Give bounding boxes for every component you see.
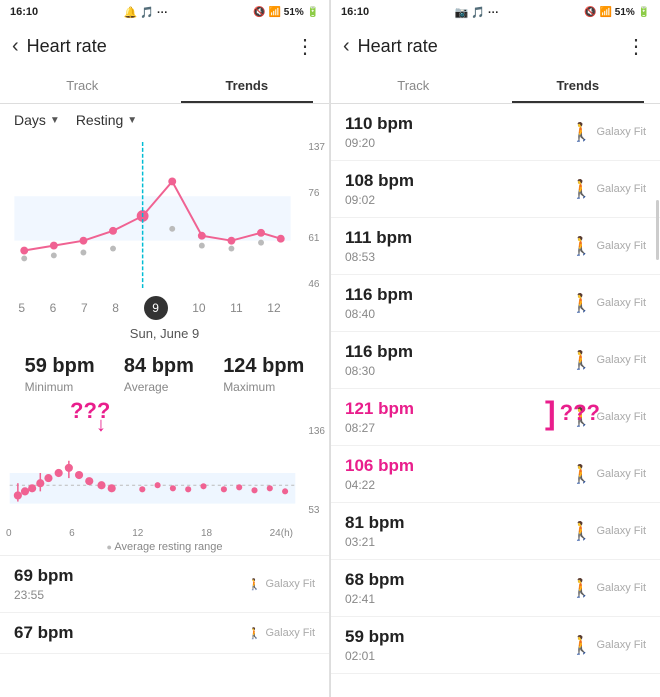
person-icon: 🚶 — [570, 236, 592, 257]
bottom-chart: 136 53 — [0, 418, 329, 528]
person-icon: 🚶 — [570, 179, 592, 200]
date-label: Sun, June 9 — [0, 320, 329, 347]
x-val-6: 6 — [50, 301, 57, 315]
stat-minimum-label: Minimum — [25, 380, 95, 394]
person-icon-0: 🚶 — [248, 578, 262, 591]
track-source-1: 🚶 Galaxy Fit — [248, 627, 315, 640]
track-bpm-1: 67 bpm — [14, 623, 248, 643]
stat-average-label: Average — [124, 380, 194, 394]
question-area-left: ??? ↓ — [0, 402, 329, 418]
page-title-left: Heart rate — [27, 36, 295, 57]
status-bar-left: 16:10 🔔 🎵 ··· 🔇 📶 51% 🔋 — [0, 0, 329, 24]
filters: Days ▼ Resting ▼ — [0, 104, 329, 136]
tab-trends-right[interactable]: Trends — [496, 68, 660, 103]
person-icon: 🚶 — [570, 122, 592, 143]
resting-arrow-icon: ▼ — [127, 115, 137, 126]
person-icon: 🚶 — [570, 521, 592, 542]
stat-maximum: 124 bpm Maximum — [223, 355, 304, 394]
stat-maximum-label: Maximum — [223, 380, 304, 394]
header-right: ‹ Heart rate ⋮ — [331, 24, 660, 68]
bottom-track-entries: 69 bpm 23:55 🚶 Galaxy Fit 67 bpm 🚶 Galax… — [0, 555, 329, 654]
left-panel: 16:10 🔔 🎵 ··· 🔇 📶 51% 🔋 ‹ Heart rate ⋮ T… — [0, 0, 330, 697]
list-item: 111 bpm 08:53 🚶 Galaxy Fit — [331, 218, 660, 275]
x-val-10: 10 — [192, 301, 205, 315]
x-18: 18 — [201, 528, 212, 539]
page-title-right: Heart rate — [358, 36, 626, 57]
trends-chart: 137 76 61 46 — [0, 136, 329, 296]
tab-trends-left[interactable]: Trends — [165, 68, 330, 103]
person-icon: 🚶 — [570, 635, 592, 656]
list-item: 59 bpm 02:01 🚶 Galaxy Fit — [331, 617, 660, 674]
x-6: 6 — [69, 528, 75, 539]
track-bpm-0: 69 bpm — [14, 566, 248, 586]
back-button-right[interactable]: ‹ — [343, 35, 350, 58]
list-item: 68 bpm 02:41 🚶 Galaxy Fit — [331, 560, 660, 617]
list-item: 81 bpm 03:21 🚶 Galaxy Fit — [331, 503, 660, 560]
status-right-right: 🔇 📶 51% 🔋 — [584, 7, 650, 18]
track-item-0: 69 bpm 23:55 🚶 Galaxy Fit — [0, 556, 329, 613]
status-icons-right: 📷 🎵 ··· — [454, 6, 499, 19]
bottom-x-axis: 0 6 12 18 24(h) — [0, 528, 299, 539]
tabs-right: Track Trends — [331, 68, 660, 104]
track-info-0: 69 bpm 23:55 — [14, 566, 248, 602]
person-icon: 🚶 — [570, 464, 592, 485]
time-left: 16:10 — [10, 6, 38, 18]
x-axis: 5 6 7 8 9 10 11 12 — [0, 296, 299, 320]
person-icon: 🚶 — [570, 407, 592, 428]
x-val-5: 5 — [18, 301, 25, 315]
header-left: ‹ Heart rate ⋮ — [0, 24, 329, 68]
tabs-left: Track Trends — [0, 68, 329, 104]
tab-track-left[interactable]: Track — [0, 68, 165, 103]
bracketed-items: 121 bpm 08:27 🚶 Galaxy Fit 106 bpm 04:22… — [331, 389, 660, 503]
track-list: 110 bpm 09:20 🚶 Galaxy Fit 108 bpm 09:02… — [331, 104, 660, 697]
list-item: 116 bpm 08:40 🚶 Galaxy Fit — [331, 275, 660, 332]
track-time-0: 23:55 — [14, 588, 248, 602]
x-12: 12 — [132, 528, 143, 539]
x-24h: 24(h) — [270, 528, 293, 539]
stat-minimum-value: 59 bpm — [25, 355, 95, 378]
bottom-chart-y-labels: 136 53 — [308, 426, 325, 516]
stat-minimum: 59 bpm Minimum — [25, 355, 95, 394]
avg-resting-label: ● Average resting range — [0, 539, 329, 555]
more-button-left[interactable]: ⋮ — [295, 34, 317, 59]
person-icon: 🚶 — [570, 578, 592, 599]
days-filter[interactable]: Days ▼ — [14, 112, 60, 128]
track-info-1: 67 bpm — [14, 623, 248, 643]
status-bar-right: 16:10 📷 🎵 ··· 🔇 📶 51% 🔋 — [331, 0, 660, 24]
resting-filter[interactable]: Resting ▼ — [76, 112, 137, 128]
more-button-right[interactable]: ⋮ — [626, 34, 648, 59]
chart-svg — [6, 142, 299, 290]
person-icon: 🚶 — [570, 293, 592, 314]
track-item-1: 67 bpm 🚶 Galaxy Fit — [0, 613, 329, 654]
x-val-9-selected: 9 — [144, 296, 168, 320]
time-right: 16:10 — [341, 6, 369, 18]
right-panel: 16:10 📷 🎵 ··· 🔇 📶 51% 🔋 ‹ Heart rate ⋮ T… — [330, 0, 660, 697]
x-val-7: 7 — [81, 301, 88, 315]
stat-maximum-value: 124 bpm — [223, 355, 304, 378]
track-source-0: 🚶 Galaxy Fit — [248, 578, 315, 591]
tab-track-right[interactable]: Track — [331, 68, 496, 103]
scrollbar[interactable] — [656, 200, 659, 260]
days-arrow-icon: ▼ — [50, 115, 60, 126]
x-val-12: 12 — [267, 301, 280, 315]
chart-y-labels: 137 76 61 46 — [308, 142, 325, 290]
stat-average: 84 bpm Average — [124, 355, 194, 394]
status-right-left: 🔇 📶 51% 🔋 — [253, 7, 319, 18]
list-item: 108 bpm 09:02 🚶 Galaxy Fit — [331, 161, 660, 218]
status-icons-left: 🔔 🎵 ··· — [123, 6, 168, 19]
stat-average-value: 84 bpm — [124, 355, 194, 378]
back-button-left[interactable]: ‹ — [12, 35, 19, 58]
person-icon: 🚶 — [570, 350, 592, 371]
x-val-8: 8 — [112, 301, 119, 315]
stats-row: 59 bpm Minimum 84 bpm Average 124 bpm Ma… — [0, 347, 329, 402]
list-item: 110 bpm 09:20 🚶 Galaxy Fit — [331, 104, 660, 161]
x-0: 0 — [6, 528, 12, 539]
list-item: 116 bpm 08:30 🚶 Galaxy Fit — [331, 332, 660, 389]
x-val-11: 11 — [230, 301, 242, 315]
list-item: 121 bpm 08:27 🚶 Galaxy Fit — [331, 389, 660, 446]
avg-dot-icon: ● — [107, 542, 112, 552]
list-item: 106 bpm 04:22 🚶 Galaxy Fit — [331, 446, 660, 503]
bottom-chart-svg — [6, 422, 299, 524]
person-icon-1: 🚶 — [248, 627, 262, 640]
